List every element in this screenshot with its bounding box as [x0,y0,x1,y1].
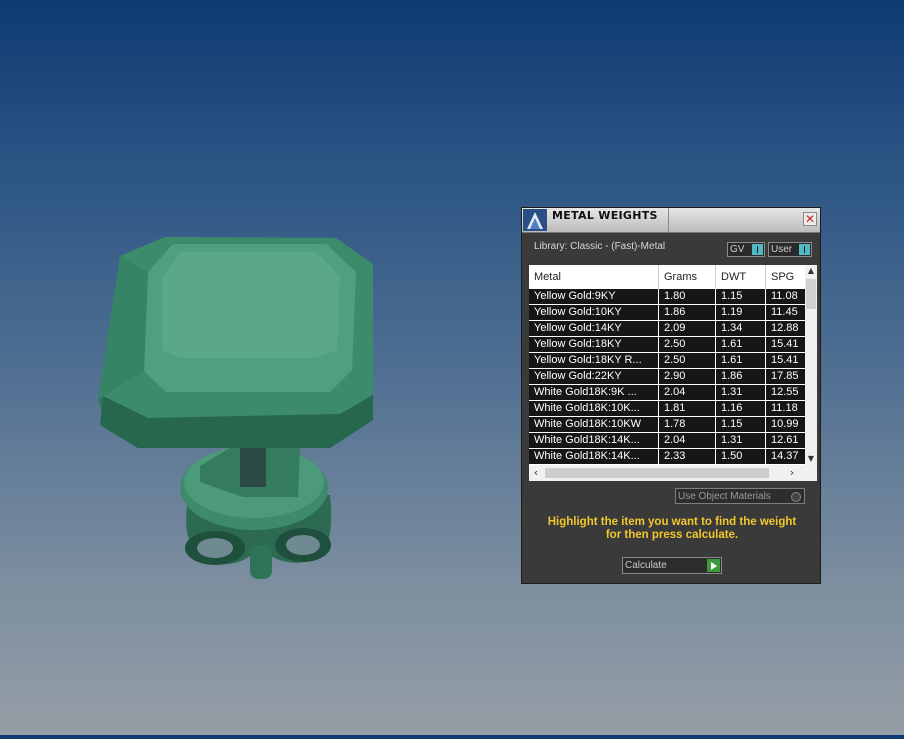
user-toggle-label: User [771,244,793,255]
table-row[interactable]: Yellow Gold:22KY 2.90 1.86 17.85 [529,369,805,384]
scroll-down-icon[interactable]: ▼ [805,453,817,465]
scroll-up-icon[interactable]: ▲ [805,265,817,277]
vertical-scroll-thumb[interactable] [806,279,816,309]
instruction-line-2: for then press calculate. [605,529,739,541]
radio-icon[interactable] [791,492,801,502]
use-object-materials-option[interactable]: Use Object Materials [675,488,805,504]
horizontal-scroll-thumb[interactable] [545,468,769,478]
metal-weights-panel: METAL WEIGHTS ✕ Library: Classic - (Fast… [521,207,821,584]
table-header: Metal Grams DWT SPG [529,265,805,289]
table-row[interactable]: Yellow Gold:14KY 2.09 1.34 12.88 [529,321,805,336]
gv-toggle-label: GV [730,244,745,255]
scroll-corner [805,465,817,481]
table-row[interactable]: Yellow Gold:9KY 1.80 1.15 11.08 [529,289,805,304]
library-label: Library: Classic - (Fast)-Metal [534,241,666,252]
panel-title: METAL WEIGHTS [552,208,669,232]
table-row[interactable]: White Gold18K:10KW 1.78 1.15 10.99 [529,417,805,432]
table-row[interactable]: White Gold18K:10K... 1.81 1.16 11.18 [529,401,805,416]
table-row[interactable]: White Gold18K:9K ... 2.04 1.31 12.55 [529,385,805,400]
scroll-left-icon[interactable]: ‹ [529,465,543,481]
close-icon: ✕ [804,212,816,226]
header-metal[interactable]: Metal [529,265,659,289]
calculate-label: Calculate [625,560,667,571]
instruction-text: Highlight the item you want to find the … [532,516,812,542]
calculate-button[interactable]: Calculate [622,557,722,574]
instruction-line-1: Highlight the item you want to find the … [547,516,797,528]
table-row[interactable]: Yellow Gold:18KY R... 2.50 1.61 15.41 [529,353,805,368]
header-grams[interactable]: Grams [659,265,716,289]
use-object-materials-label: Use Object Materials [678,491,771,502]
metal-table[interactable]: Metal Grams DWT SPG Yellow Gold:9KY 1.80 1… [529,265,817,481]
table-row[interactable]: White Gold18K:14K... 2.33 1.50 14.37 [529,449,805,464]
horizontal-scrollbar[interactable]: ‹ › [529,465,805,481]
app-logo-icon [523,209,547,231]
header-dwt[interactable]: DWT [716,265,766,289]
table-row[interactable]: Yellow Gold:10KY 1.86 1.19 11.45 [529,305,805,320]
toggle-switch-icon [799,244,810,255]
toggle-switch-icon [752,244,763,255]
panel-titlebar[interactable]: METAL WEIGHTS ✕ [522,208,820,233]
table-body: Yellow Gold:9KY 1.80 1.15 11.08 Yellow Gold… [529,289,805,465]
scroll-right-icon[interactable]: › [785,465,799,481]
vertical-scrollbar[interactable]: ▲ ▼ [805,265,817,465]
user-toggle[interactable]: User [768,242,812,257]
play-icon[interactable] [707,559,720,572]
close-button[interactable]: ✕ [803,212,817,226]
table-row[interactable]: Yellow Gold:18KY 2.50 1.61 15.41 [529,337,805,352]
gv-toggle[interactable]: GV [727,242,765,257]
table-row[interactable]: White Gold18K:14K... 2.04 1.31 12.61 [529,433,805,448]
